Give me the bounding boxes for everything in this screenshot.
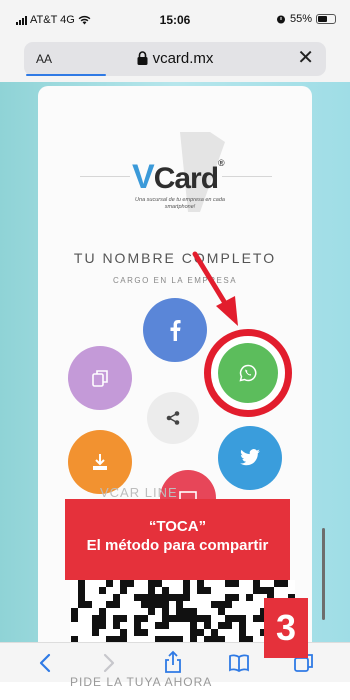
copy-icon (92, 370, 108, 387)
status-bar: AT&T 4G 15:06 55% (0, 0, 350, 36)
full-name: TU NOMBRE COMPLETO (73, 250, 277, 266)
instruction-line-2: El método para compartir (86, 537, 269, 554)
scrollbar[interactable] (322, 528, 325, 620)
battery-icon (316, 14, 336, 24)
download-icon (93, 454, 107, 470)
job-title: CARGO EN LA EMPRESA (112, 276, 238, 285)
back-icon[interactable] (38, 653, 52, 673)
facebook-icon (170, 320, 181, 341)
close-icon[interactable]: ✕ (297, 47, 314, 69)
copy-button[interactable] (68, 346, 132, 410)
bottom-cta-text: PIDE LA TUYA AHORA (70, 675, 213, 689)
pointer-arrow (192, 251, 238, 326)
logo-divider-right (222, 176, 272, 177)
share-button[interactable] (147, 392, 199, 444)
whatsapp-icon (239, 364, 257, 382)
vcard-logo: VCard® (132, 158, 225, 196)
address-bar: AA vcard.mx ✕ (0, 36, 350, 82)
logo-tagline: Una sucursal de tu empresa en cada smart… (135, 197, 225, 210)
qr-code (70, 580, 295, 650)
whatsapp-button[interactable] (218, 343, 278, 403)
bookmarks-icon[interactable] (228, 653, 250, 673)
twitter-icon (240, 449, 260, 466)
alarm-icon (276, 15, 285, 24)
lock-icon (137, 51, 148, 65)
share-icon (166, 411, 180, 425)
step-number-badge: 3 (264, 598, 308, 658)
forward-icon[interactable] (102, 653, 116, 673)
page-load-progress (26, 74, 106, 76)
online-label: VCAR LINE (100, 485, 178, 500)
instruction-line-1: “TOCA” (148, 518, 207, 535)
share-sheet-icon[interactable] (163, 650, 183, 674)
battery-percent: 55% (289, 13, 312, 25)
twitter-button[interactable] (218, 426, 282, 490)
logo-divider-left (80, 176, 130, 177)
instruction-banner: “TOCA” El método para compartir (65, 499, 290, 580)
url-text: vcard.mx (152, 50, 214, 67)
url-field[interactable]: AA vcard.mx ✕ (24, 42, 326, 76)
